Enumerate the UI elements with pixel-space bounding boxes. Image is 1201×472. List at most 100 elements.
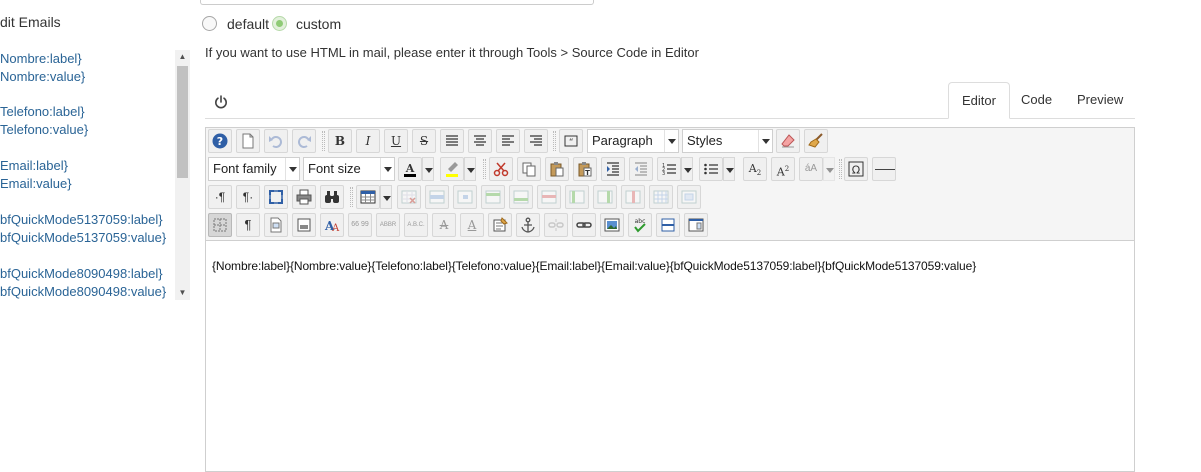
language-dropdown[interactable] — [823, 157, 835, 181]
placeholder-item[interactable]: bfQuickMode8090498:label} — [0, 265, 166, 283]
tab-editor[interactable]: Editor — [948, 82, 1010, 119]
del-button[interactable]: A — [432, 213, 456, 237]
format-select[interactable]: Paragraph — [587, 129, 679, 153]
numbered-list-button[interactable]: 123 — [657, 157, 681, 181]
image-button[interactable] — [600, 213, 624, 237]
strikethrough-button[interactable]: S — [412, 129, 436, 153]
subject-input[interactable] — [200, 0, 594, 5]
unlink-button[interactable] — [544, 213, 568, 237]
undo-button[interactable] — [264, 129, 288, 153]
placeholder-item[interactable]: Nombre:value} — [0, 68, 85, 86]
row-props-button[interactable] — [425, 185, 449, 209]
scroll-thumb[interactable] — [177, 66, 188, 178]
cell-props-button[interactable] — [453, 185, 477, 209]
print-button[interactable] — [292, 185, 316, 209]
delete-row-button[interactable] — [537, 185, 561, 209]
scroll-up-arrow-icon[interactable]: ▲ — [175, 50, 190, 64]
remove-format-button[interactable] — [776, 129, 800, 153]
insert-layer-button[interactable] — [292, 213, 316, 237]
paste-text-button[interactable]: T — [573, 157, 597, 181]
clean-button[interactable] — [804, 129, 828, 153]
font-size-select[interactable]: Font size — [303, 157, 395, 181]
preview-icon — [688, 218, 704, 232]
subscript-button[interactable]: A2 — [743, 157, 767, 181]
ltr-button[interactable]: ·¶ — [208, 185, 232, 209]
delete-table-button[interactable] — [397, 185, 421, 209]
placeholder-item[interactable]: bfQuickMode5137059:label} — [0, 211, 166, 229]
chevron-down-icon — [758, 130, 772, 152]
editor-content[interactable]: {Nombre:label}{Nombre:value}{Telefono:la… — [212, 259, 976, 273]
acronym-button[interactable]: A.B.C. — [404, 213, 428, 237]
fullscreen-button[interactable] — [264, 185, 288, 209]
placeholder-item[interactable]: Email:label} — [0, 157, 72, 175]
attributes-button[interactable] — [488, 213, 512, 237]
template-button[interactable] — [264, 213, 288, 237]
text-color-button[interactable]: A — [398, 157, 422, 181]
font-family-select[interactable]: Font family — [208, 157, 300, 181]
indent-button[interactable] — [601, 157, 625, 181]
delete-col-button[interactable] — [621, 185, 645, 209]
help-button[interactable]: ? — [208, 129, 232, 153]
ins-button[interactable]: A — [460, 213, 484, 237]
rtl-button[interactable]: ¶· — [236, 185, 260, 209]
link-button[interactable] — [572, 213, 596, 237]
horizontal-rule-button[interactable] — [872, 157, 896, 181]
underline-button[interactable]: U — [384, 129, 408, 153]
show-blocks-button[interactable]: ¶ — [236, 213, 260, 237]
search-replace-button[interactable] — [320, 185, 344, 209]
page-break-button[interactable] — [656, 213, 680, 237]
insert-row-before-button[interactable] — [481, 185, 505, 209]
outdent-button[interactable] — [629, 157, 653, 181]
align-left-button[interactable] — [496, 129, 520, 153]
styles-select[interactable]: Styles — [682, 129, 773, 153]
placeholder-item[interactable]: Telefono:value} — [0, 121, 88, 139]
insert-col-before-button[interactable] — [565, 185, 589, 209]
scroll-down-arrow-icon[interactable]: ▼ — [175, 286, 190, 300]
bullet-list-button[interactable] — [699, 157, 723, 181]
placeholder-item[interactable]: bfQuickMode8090498:value} — [0, 283, 166, 300]
anchor-button[interactable] — [516, 213, 540, 237]
numbered-list-dropdown[interactable] — [681, 157, 693, 181]
cut-button[interactable] — [489, 157, 513, 181]
background-color-dropdown[interactable] — [464, 157, 476, 181]
tab-preview[interactable]: Preview — [1064, 82, 1136, 119]
insert-col-after-button[interactable] — [593, 185, 617, 209]
bullet-list-dropdown[interactable] — [723, 157, 735, 181]
abbr-button[interactable]: ABBR — [376, 213, 400, 237]
style-props-button[interactable]: AA — [320, 213, 344, 237]
placeholder-scrollbar[interactable]: ▲ ▼ — [175, 50, 190, 300]
table-button[interactable] — [356, 185, 380, 209]
toolbar-separator — [839, 159, 842, 179]
radio-custom[interactable] — [272, 16, 287, 31]
bold-button[interactable]: B — [328, 129, 352, 153]
align-center-button[interactable] — [468, 129, 492, 153]
table-dropdown[interactable] — [380, 185, 392, 209]
text-color-dropdown[interactable] — [422, 157, 434, 181]
align-right-button[interactable] — [524, 129, 548, 153]
align-justify-button[interactable] — [440, 129, 464, 153]
preview-button[interactable] — [684, 213, 708, 237]
tab-code[interactable]: Code — [1008, 82, 1065, 119]
radio-default[interactable] — [202, 16, 217, 31]
superscript-button[interactable]: A2 — [771, 157, 795, 181]
cite-button[interactable]: 66 99 — [348, 213, 372, 237]
redo-button[interactable] — [292, 129, 316, 153]
language-button[interactable]: áA — [799, 157, 823, 181]
power-icon[interactable] — [213, 94, 229, 110]
merge-cells-button[interactable] — [677, 185, 701, 209]
insert-row-after-button[interactable] — [509, 185, 533, 209]
new-document-button[interactable] — [236, 129, 260, 153]
copy-button[interactable] — [517, 157, 541, 181]
placeholder-item[interactable]: bfQuickMode5137059:value} — [0, 229, 166, 247]
background-color-button[interactable] — [440, 157, 464, 181]
blockquote-button[interactable]: “ — [559, 129, 583, 153]
split-cells-button[interactable] — [649, 185, 673, 209]
italic-button[interactable]: I — [356, 129, 380, 153]
spellcheck-button[interactable]: abc — [628, 213, 652, 237]
special-character-button[interactable]: Ω — [844, 157, 868, 181]
placeholder-item[interactable]: Nombre:label} — [0, 50, 85, 68]
placeholder-item[interactable]: Email:value} — [0, 175, 72, 193]
paste-button[interactable] — [545, 157, 569, 181]
placeholder-item[interactable]: Telefono:label} — [0, 103, 88, 121]
visual-aid-button[interactable] — [208, 213, 232, 237]
